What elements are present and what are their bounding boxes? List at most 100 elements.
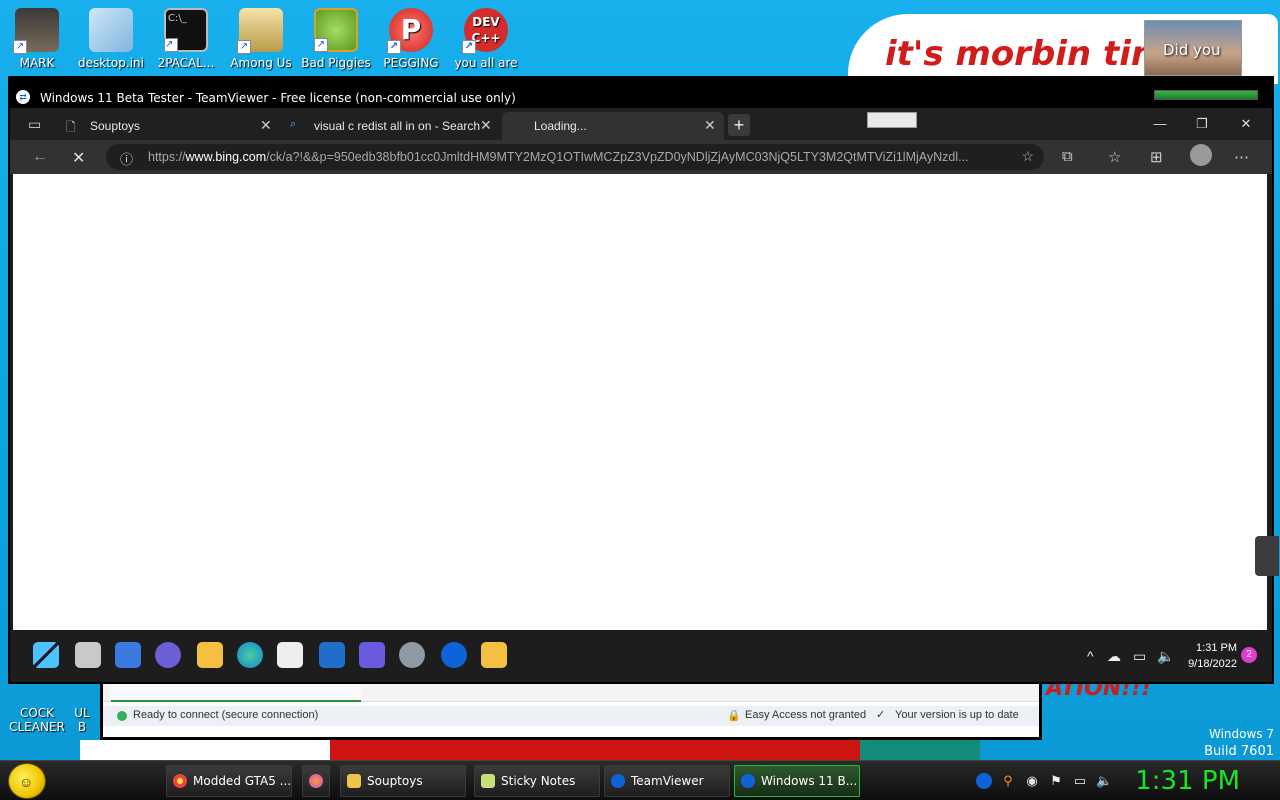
tab-label: Souptoys xyxy=(90,119,141,133)
cmd-icon: C:\_ ↗ xyxy=(164,8,208,52)
browser-tab-bar: ▭ 🗋 Souptoys ✕ ⌕ visual c redist all in … xyxy=(10,108,1272,140)
notification-badge[interactable]: 2 xyxy=(1241,647,1257,663)
desktop-icon-label: you all are xyxy=(454,56,518,70)
settings-gear-icon[interactable] xyxy=(399,642,425,668)
clock-tray-icon[interactable]: ◉ xyxy=(1024,773,1040,789)
tab-loading[interactable]: Loading... ✕ xyxy=(502,112,724,140)
address-bar[interactable]: ⓘ https://www.bing.com/ck/a?!&&p=950edb3… xyxy=(106,144,1044,170)
remote-window-title: Windows 11 Beta Tester - TeamViewer - Fr… xyxy=(40,91,516,105)
teamviewer-toolbar-handle[interactable] xyxy=(1154,90,1258,100)
more-menu-icon[interactable]: ⋯ xyxy=(1234,148,1249,166)
desktop-icon-desktop-ini[interactable]: desktop.ini xyxy=(74,8,148,70)
partial-label: UL B xyxy=(74,706,90,734)
folder-icon[interactable] xyxy=(481,642,507,668)
taskbar-item-sticky-notes[interactable]: Sticky Notes xyxy=(474,765,600,797)
widgets-icon[interactable] xyxy=(115,642,141,668)
favorites-icon[interactable]: ☆ xyxy=(1108,148,1121,166)
tab-label: visual c redist all in on - Search xyxy=(314,119,481,133)
web-page-content[interactable] xyxy=(13,174,1279,630)
version-status-text: Your version is up to date xyxy=(895,709,1019,721)
mark-doll-icon: ↗ xyxy=(13,8,59,54)
close-window-button[interactable]: ✕ xyxy=(1226,116,1266,136)
teamviewer-icon[interactable] xyxy=(441,642,467,668)
p-app-icon[interactable] xyxy=(359,642,385,668)
desktop-icon-devcpp[interactable]: DEV C++ ↗ you all are xyxy=(449,8,523,70)
teamviewer-icon: ⇄ xyxy=(16,90,30,104)
flag-icon[interactable]: ⚑ xyxy=(1048,773,1064,789)
status-ready-text: Ready to connect (secure connection) xyxy=(133,709,319,721)
close-icon[interactable]: ✕ xyxy=(480,117,492,134)
teamviewer-side-handle[interactable] xyxy=(1255,536,1279,576)
close-icon[interactable]: ✕ xyxy=(260,117,272,134)
tab-souptoys[interactable]: 🗋 Souptoys ✕ xyxy=(56,112,278,140)
teamviewer-tray-icon[interactable] xyxy=(976,773,992,789)
pegging-icon: P ↗ xyxy=(387,8,433,54)
collections-icon[interactable]: ⊞ xyxy=(1150,148,1163,166)
teamviewer-mini-toolbar[interactable] xyxy=(867,112,917,128)
network-tray-icon[interactable]: ▭ xyxy=(1072,773,1088,789)
windows-version: Windows 7 Build 7601 xyxy=(1204,726,1274,760)
store-icon[interactable] xyxy=(277,642,303,668)
check-circle-icon: ✓ xyxy=(876,709,886,721)
windows-version-text: Windows 7 xyxy=(1208,727,1274,741)
network-icon[interactable]: ▭ xyxy=(1133,648,1146,665)
minimize-button[interactable]: — xyxy=(1140,116,1180,136)
taskbar-item-label: Sticky Notes xyxy=(501,774,576,788)
remote-title-bar[interactable]: ⇄ Windows 11 Beta Tester - TeamViewer - … xyxy=(10,78,1272,108)
onedrive-icon[interactable]: ☁ xyxy=(1107,648,1121,665)
remote-date: 9/18/2022 xyxy=(1188,658,1237,670)
restore-button[interactable]: ❐ xyxy=(1182,116,1222,136)
close-icon[interactable]: ✕ xyxy=(704,117,716,134)
task-view-icon[interactable] xyxy=(75,642,101,668)
tab-search[interactable]: ⌕ visual c redist all in on - Search ✕ xyxy=(280,112,498,140)
taskbar-item-teamviewer[interactable]: TeamViewer xyxy=(604,765,730,797)
desktop-icon-ccleaner[interactable]: COCK CLEANER xyxy=(0,690,74,734)
windows-start-icon[interactable] xyxy=(33,642,59,668)
new-tab-button[interactable]: + xyxy=(728,114,750,136)
profile-avatar[interactable] xyxy=(1190,144,1212,166)
desktop-icon-among-us[interactable]: ↗ Among Us xyxy=(224,8,298,70)
meme-caption: Did you xyxy=(1163,41,1221,59)
teamviewer-icon xyxy=(611,774,625,788)
defender-icon[interactable] xyxy=(319,642,345,668)
desktop-icon-mark[interactable]: ↗ MARK xyxy=(0,8,74,70)
url-text[interactable]: https://www.bing.com/ck/a?!&&p=950edb38b… xyxy=(148,150,998,164)
volume-tray-icon[interactable]: 🔈 xyxy=(1096,773,1112,789)
taskbar-item-label: Modded GTA5 ... xyxy=(193,774,292,788)
extensions-icon[interactable]: ⧉ xyxy=(1062,148,1073,165)
page-icon: 🗋 xyxy=(66,120,76,134)
back-arrow-icon[interactable]: ← xyxy=(32,148,48,166)
file-explorer-icon[interactable] xyxy=(197,642,223,668)
taskbar-item-firefox[interactable] xyxy=(302,765,330,797)
search-icon: ⌕ xyxy=(290,118,297,130)
taskbar-item-souptoys[interactable]: Souptoys xyxy=(340,765,466,797)
ini-file-icon xyxy=(89,8,133,52)
desktop-icon-bad-piggies[interactable]: ↗ Bad Piggies xyxy=(299,8,373,70)
chevron-up-icon[interactable]: ^ xyxy=(1087,648,1094,664)
teamviewer-remote-window[interactable]: ⇄ Windows 11 Beta Tester - TeamViewer - … xyxy=(8,76,1279,684)
host-clock[interactable]: 1:31 PM xyxy=(1135,766,1240,796)
firefox-icon xyxy=(309,774,323,788)
edge-icon[interactable] xyxy=(237,642,263,668)
easy-access-text[interactable]: Easy Access not granted xyxy=(745,709,866,721)
chat-icon[interactable] xyxy=(155,642,181,668)
remote-clock[interactable]: 1:31 PM 9/18/2022 xyxy=(1188,640,1237,672)
desktop-icon-label: PEGGING xyxy=(383,56,439,70)
desktop-icon-2pacal[interactable]: C:\_ ↗ 2PACAL... xyxy=(149,8,223,70)
bad-piggies-icon: ↗ xyxy=(314,8,358,52)
volume-icon[interactable]: 🔈 xyxy=(1157,648,1174,665)
browser-toolbar: ← ✕ ⓘ https://www.bing.com/ck/a?!&&p=950… xyxy=(10,140,1272,174)
taskbar-item-gta[interactable]: Modded GTA5 ... xyxy=(166,765,292,797)
souptoys-icon xyxy=(347,774,361,788)
add-favorite-icon[interactable]: ☆ xyxy=(1021,148,1034,165)
desktop-icon-label: MARK xyxy=(19,56,55,70)
search-tray-icon[interactable]: ⚲ xyxy=(1000,773,1016,789)
start-button[interactable]: ☺ xyxy=(8,763,46,799)
tab-actions-icon[interactable]: ▭ xyxy=(28,116,41,133)
desktop-icon-label: 2PACAL... xyxy=(157,56,215,70)
stop-loading-icon[interactable]: ✕ xyxy=(72,148,85,168)
taskbar-item-windows11[interactable]: Windows 11 B... xyxy=(734,765,860,797)
desktop-icon-pegging[interactable]: P ↗ PEGGING xyxy=(374,8,448,70)
desktop-icon-partial[interactable]: UL B xyxy=(70,706,94,734)
info-icon[interactable]: ⓘ xyxy=(120,149,133,168)
